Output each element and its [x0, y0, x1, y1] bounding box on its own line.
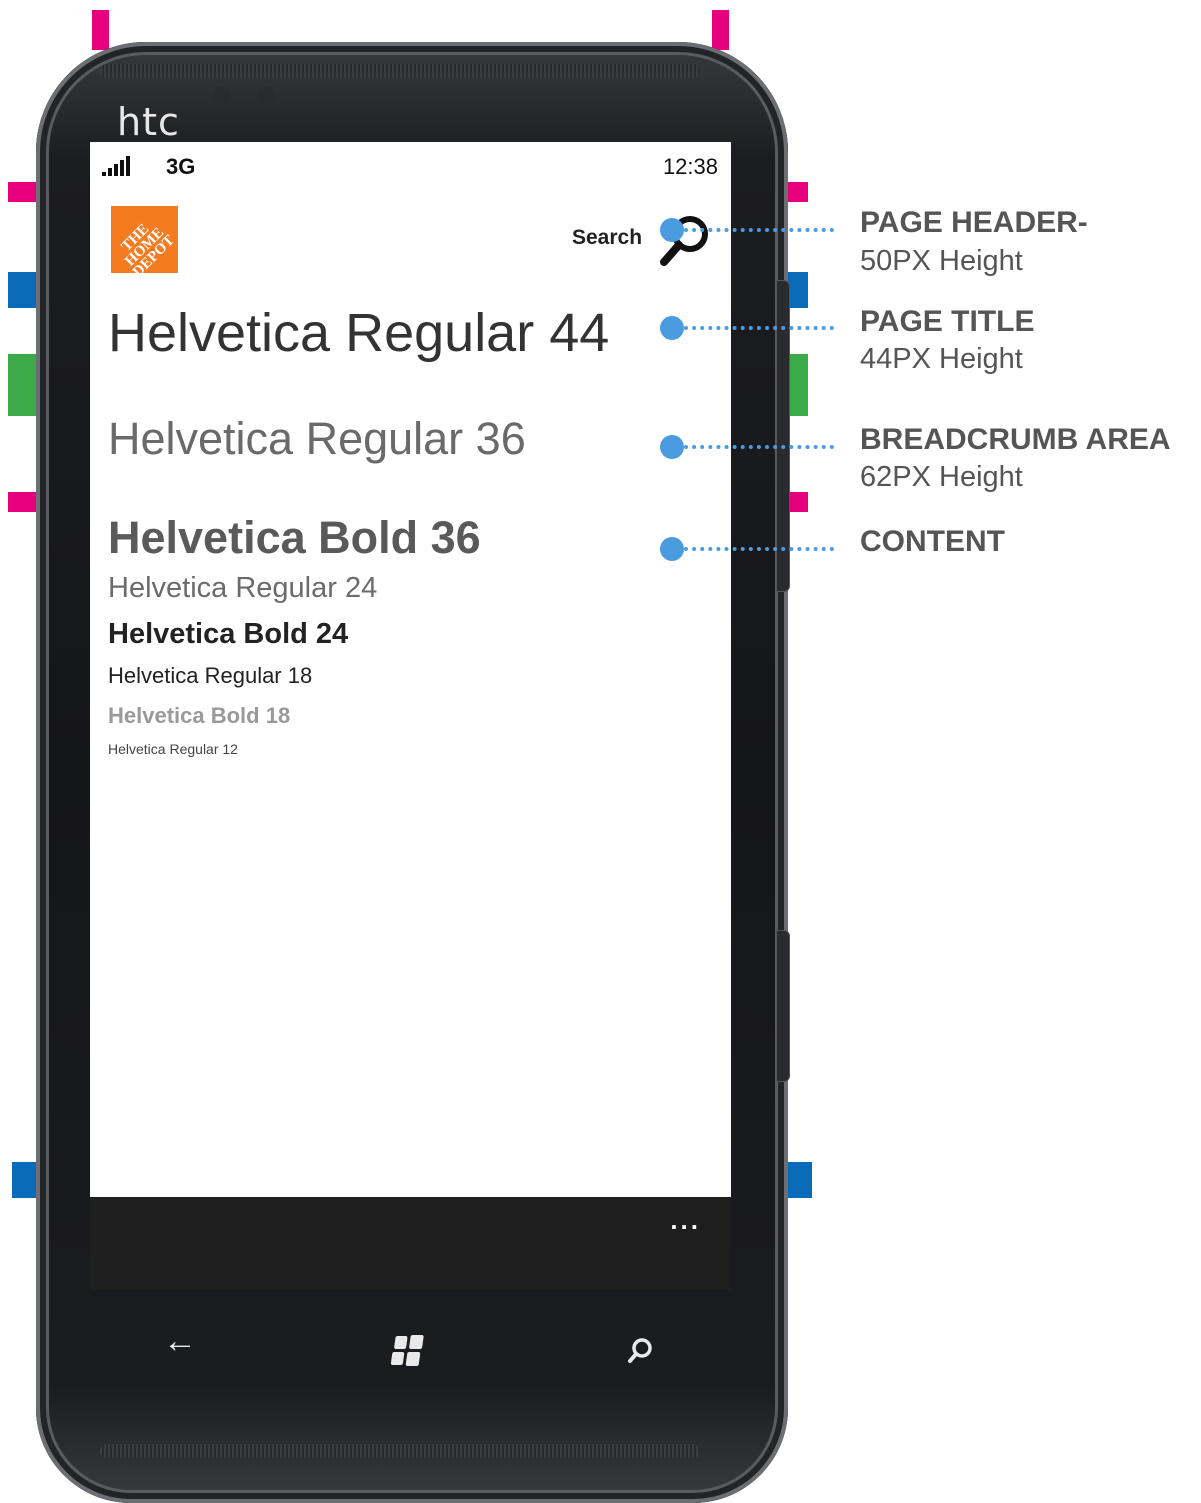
annotation-title: BREADCRUMB AREA	[860, 423, 1171, 456]
guide-marker	[786, 1162, 812, 1198]
guide-marker	[786, 182, 808, 202]
front-camera	[258, 86, 276, 104]
annotation-leader-line	[684, 445, 834, 449]
phone-screen: 3G 12:38 THE HOME DEPOT Search Helvetica…	[90, 142, 731, 1290]
page-title-sample: Helvetica Regular 44	[108, 303, 610, 363]
content-text-sample: Helvetica Bold 18	[108, 703, 291, 728]
content-text-sample: Helvetica Regular 24	[108, 572, 378, 604]
annotation-dot	[660, 218, 684, 242]
guide-marker	[8, 272, 38, 308]
htc-logo: htc	[117, 100, 180, 144]
content-text-sample: Helvetica Regular 18	[108, 663, 313, 688]
windows-start-icon[interactable]	[380, 1330, 436, 1370]
annotation-subtitle: 50PX Height	[860, 245, 1023, 277]
annotation-dot	[660, 316, 684, 340]
annotation-subtitle: 44PX Height	[860, 343, 1023, 375]
annotation-leader-line	[684, 547, 834, 551]
guide-marker	[12, 1162, 38, 1198]
bottom-grille	[100, 1444, 700, 1458]
annotation-title: PAGE TITLE	[860, 305, 1035, 338]
signal-strength-icon	[102, 156, 130, 176]
annotation-title: PAGE HEADER-	[860, 206, 1088, 239]
app-bar: ...	[90, 1197, 731, 1290]
home-depot-logo[interactable]: THE HOME DEPOT	[111, 206, 178, 273]
breadcrumb-sample: Helvetica Regular 36	[108, 413, 526, 464]
search-button-icon[interactable]	[610, 1333, 670, 1369]
guide-marker	[8, 492, 38, 512]
front-sensor	[212, 86, 230, 104]
network-type: 3G	[166, 154, 196, 179]
speaker-grille	[100, 64, 700, 78]
content-text-sample: Helvetica Regular 12	[108, 741, 238, 757]
search-label[interactable]: Search	[572, 226, 642, 250]
logo-text: THE HOME DEPOT	[118, 221, 178, 273]
content-heading-sample: Helvetica Bold 36	[108, 512, 481, 563]
clock: 12:38	[662, 154, 718, 179]
guide-marker	[8, 182, 38, 202]
status-bar: 3G 12:38	[90, 142, 731, 192]
guide-marker	[712, 10, 729, 50]
annotation-dot	[660, 537, 684, 561]
more-options-button[interactable]: ...	[670, 1205, 701, 1236]
annotation-title: CONTENT	[860, 525, 1005, 558]
guide-marker	[92, 10, 109, 50]
annotation-dot	[660, 435, 684, 459]
content-text-sample: Helvetica Bold 24	[108, 618, 349, 650]
camera-button	[776, 930, 790, 1082]
annotation-subtitle: 62PX Height	[860, 461, 1023, 493]
guide-marker	[8, 354, 38, 416]
back-button[interactable]: ←	[150, 1322, 210, 1361]
annotation-leader-line	[684, 326, 834, 330]
annotation-leader-line	[684, 228, 834, 232]
